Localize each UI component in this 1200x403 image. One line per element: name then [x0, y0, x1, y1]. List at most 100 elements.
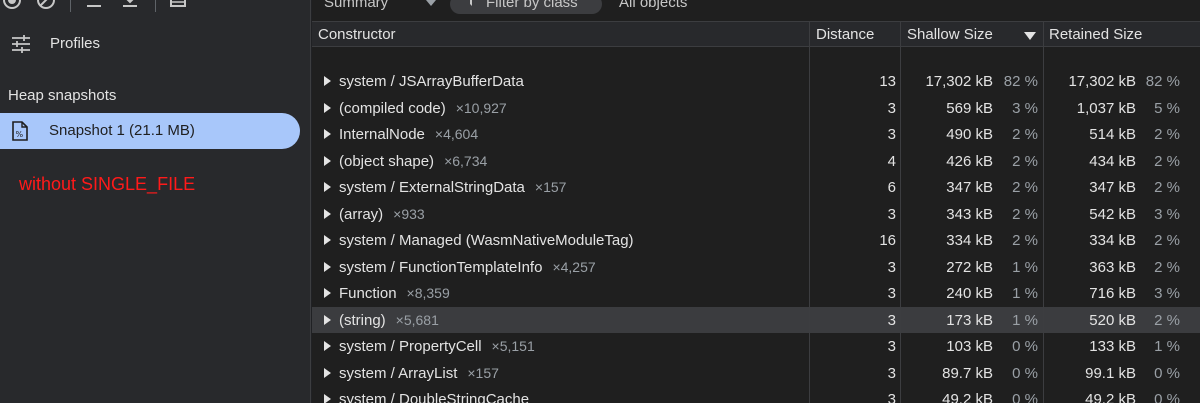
table-row[interactable]: system / ArrayList ×157 3 89.7 kB 0 % 99.1 kB…: [312, 360, 1200, 387]
row-retained-size: 434 kB: [1089, 152, 1136, 170]
row-constructor: InternalNode ×4,604: [339, 126, 478, 143]
row-shallow-size: 89.7 kB: [942, 364, 993, 382]
instance-count: ×933: [393, 205, 425, 222]
expand-triangle-icon[interactable]: [324, 314, 331, 325]
row-shallow-percent: 2 %: [1012, 126, 1038, 143]
expand-triangle-icon[interactable]: [324, 182, 331, 192]
constructor-name: system / ExternalStringData: [339, 179, 525, 196]
column-retained-size[interactable]: Retained Size: [1049, 26, 1142, 43]
profiles-header[interactable]: Profiles: [0, 30, 311, 58]
objects-select[interactable]: All objects: [619, 0, 687, 11]
expand-triangle-icon[interactable]: [324, 288, 331, 298]
constructor-name: (array): [339, 205, 384, 223]
expand-triangle-icon[interactable]: [324, 129, 331, 139]
table-row[interactable]: (string) ×5,681 3 173 kB 1 % 520 kB 2 %: [312, 306, 1200, 333]
expand-triangle-icon[interactable]: [324, 208, 331, 219]
heap-toolbar: Summary Filter by class All objects: [312, 0, 1200, 16]
row-shallow-percent: 2 %: [1012, 205, 1038, 223]
column-shallow-size[interactable]: Shallow Size: [907, 26, 993, 43]
row-distance: 3: [887, 364, 896, 382]
expand-triangle-icon[interactable]: [324, 102, 331, 113]
instance-count: ×4,604: [434, 126, 479, 142]
constructor-name: system / FunctionTemplateInfo: [339, 258, 543, 276]
column-constructor[interactable]: Constructor: [318, 26, 396, 43]
row-distance: 3: [887, 311, 896, 329]
row-constructor: (array) ×933: [339, 206, 425, 223]
sidebar: Profiles Heap snapshots % Snapshot 1 (21…: [0, 0, 311, 403]
row-shallow-percent: 0 %: [1012, 391, 1038, 403]
expand-triangle-icon[interactable]: [324, 76, 331, 86]
expand-triangle-icon[interactable]: [324, 367, 331, 378]
constructor-name: system / JSArrayBufferData: [339, 73, 524, 90]
view-select-caret-icon[interactable]: [426, 0, 436, 6]
row-distance: 3: [887, 205, 896, 223]
column-divider[interactable]: [1043, 21, 1044, 403]
instance-count: ×5,681: [395, 311, 439, 328]
row-shallow-percent: 82 %: [1003, 73, 1038, 90]
garbage-collect-icon[interactable]: [168, 0, 188, 10]
table-row[interactable]: system / FunctionTemplateInfo ×4,257 3 272 …: [312, 254, 1200, 281]
row-retained-percent: 0 %: [1154, 364, 1180, 382]
table-row[interactable]: Function ×8,359 3 240 kB 1 % 716 kB 3 %: [312, 280, 1200, 307]
table-row[interactable]: (array) ×933 3 343 kB 2 % 542 kB 3 %: [312, 201, 1200, 228]
record-icon[interactable]: [2, 0, 22, 10]
instance-count: ×10,927: [455, 99, 507, 116]
filter-placeholder: Filter by class: [486, 0, 578, 11]
row-constructor: system / ExternalStringData ×157: [339, 179, 566, 196]
row-shallow-size: 49.2 kB: [942, 391, 993, 403]
table-row[interactable]: InternalNode ×4,604 3 490 kB 2 % 514 kB 2 %: [312, 121, 1200, 148]
table-row[interactable]: (compiled code) ×10,927 3 569 kB 3 % 1,037 kB…: [312, 95, 1200, 122]
annotation-text: without SINGLE_FILE: [19, 174, 196, 194]
instance-count: ×157: [534, 179, 567, 195]
row-shallow-size: 347 kB: [946, 179, 993, 196]
table-row[interactable]: (object shape) ×6,734 4 426 kB 2 % 434 kB 2 %: [312, 148, 1200, 175]
instance-count: ×157: [467, 364, 499, 381]
clear-icon[interactable]: [36, 0, 56, 10]
column-divider[interactable]: [809, 21, 810, 403]
snapshot-file-icon: %: [12, 121, 28, 141]
column-divider[interactable]: [900, 21, 901, 403]
row-retained-size: 542 kB: [1089, 205, 1136, 223]
row-constructor: system / ArrayList ×157: [339, 365, 499, 382]
row-shallow-percent: 2 %: [1012, 152, 1038, 170]
row-distance: 3: [887, 258, 896, 276]
expand-triangle-icon[interactable]: [324, 155, 331, 166]
table-row[interactable]: system / Managed (WasmNativeModuleTag) 16…: [312, 227, 1200, 254]
expand-triangle-icon[interactable]: [324, 341, 331, 351]
constructor-name: Function: [339, 285, 397, 302]
table-row[interactable]: system / DoubleStringCache 3 49.2 kB 0 % 49.…: [312, 386, 1200, 403]
row-retained-size: 49.2 kB: [1085, 391, 1136, 403]
row-shallow-size: 240 kB: [946, 285, 993, 302]
row-shallow-size: 17,302 kB: [925, 73, 993, 90]
download-icon[interactable]: [120, 0, 140, 10]
view-select[interactable]: Summary: [324, 0, 388, 11]
expand-triangle-icon[interactable]: [324, 261, 331, 272]
row-retained-percent: 82 %: [1145, 73, 1180, 90]
row-distance: 3: [887, 391, 896, 403]
class-filter-input[interactable]: Filter by class: [450, 0, 602, 14]
row-retained-percent: 2 %: [1154, 232, 1180, 249]
row-distance: 3: [887, 338, 896, 355]
instance-count: ×8,359: [406, 285, 450, 301]
table-row[interactable]: system / PropertyCell ×5,151 3 103 kB 0 % 133…: [312, 333, 1200, 360]
row-shallow-percent: 2 %: [1012, 179, 1038, 196]
row-retained-percent: 3 %: [1154, 285, 1180, 302]
row-shallow-size: 343 kB: [946, 205, 993, 223]
constructor-name: (string): [339, 311, 386, 329]
upload-icon[interactable]: [84, 0, 104, 10]
row-distance: 3: [887, 285, 896, 302]
expand-triangle-icon[interactable]: [324, 235, 331, 245]
row-constructor: (compiled code) ×10,927: [339, 100, 507, 117]
table-row[interactable]: system / JSArrayBufferData 13 17,302 kB 82 …: [312, 68, 1200, 95]
row-shallow-size: 426 kB: [946, 152, 993, 170]
expand-triangle-icon[interactable]: [324, 394, 331, 403]
row-constructor: (string) ×5,681: [339, 312, 439, 329]
row-retained-percent: 2 %: [1154, 258, 1180, 276]
snapshot-item[interactable]: % Snapshot 1 (21.1 MB): [0, 113, 300, 149]
constructor-name: (compiled code): [339, 99, 446, 117]
row-retained-percent: 0 %: [1154, 391, 1180, 403]
table-row[interactable]: system / ExternalStringData ×157 6 347 kB 2 …: [312, 174, 1200, 201]
grid-header: Constructor Distance Shallow Size Retain…: [312, 21, 1200, 47]
column-distance[interactable]: Distance: [816, 26, 874, 43]
row-shallow-size: 334 kB: [946, 232, 993, 249]
